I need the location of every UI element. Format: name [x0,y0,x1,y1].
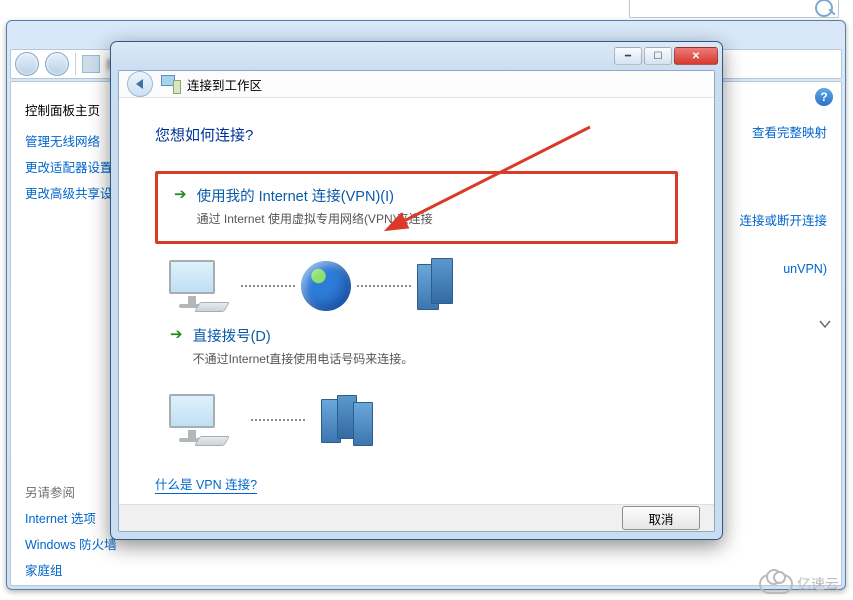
option-dialup-subtitle: 不通过Internet直接使用电话号码来连接。 [193,350,414,367]
computer-icon [167,392,235,448]
nav-forward-icon[interactable] [45,52,69,76]
server-icon [417,258,457,314]
dialog-title: 连接到工作区 [187,75,262,94]
globe-icon [301,261,351,311]
option-vpn[interactable]: ➔ 使用我的 Internet 连接(VPN)(I) 通过 Internet 使… [155,171,678,244]
watermark-text: 亿速云 [797,574,839,594]
workplace-icon [161,75,179,93]
wizard-back-button[interactable] [127,71,153,97]
help-icon[interactable]: ? [815,88,833,106]
search-input[interactable] [629,0,839,18]
see-also-link[interactable]: 家庭组 [25,560,207,579]
dialog-footer: 取消 [119,504,714,531]
map-link[interactable]: 查看完整映射 [752,122,827,141]
server-icon [321,395,385,445]
connect-link[interactable]: 连接或断开连接 [739,210,827,229]
dialog-question: 您想如何连接? [155,124,678,145]
cloud-icon [759,574,793,594]
what-is-vpn-link[interactable]: 什么是 VPN 连接? [155,478,257,494]
arrow-bullet-icon: ➔ [170,325,183,345]
arrow-bullet-icon: ➔ [174,185,187,205]
vpn-item[interactable]: unVPN) [783,262,827,276]
illustration-dialup [167,392,678,448]
option-vpn-title: 使用我的 Internet 连接(VPN)(I) [197,185,433,206]
option-dialup[interactable]: ➔ 直接拨号(D) 不通过Internet直接使用电话号码来连接。 [155,314,678,378]
dialog-body: 您想如何连接? ➔ 使用我的 Internet 连接(VPN)(I) 通过 In… [119,98,714,504]
illustration-vpn [167,258,678,314]
chevron-down-icon[interactable] [819,312,831,336]
option-dialup-title: 直接拨号(D) [193,325,414,346]
option-vpn-subtitle: 通过 Internet 使用虚拟专用网络(VPN)来连接 [197,210,433,227]
computer-icon [167,258,235,314]
close-button[interactable]: ✕ [674,47,718,65]
minimize-button[interactable]: ━ [614,47,642,65]
watermark: 亿速云 [759,574,839,594]
cancel-button[interactable]: 取消 [622,506,700,530]
dialog-titlebar: ━ ☐ ✕ [111,42,722,70]
maximize-button[interactable]: ☐ [644,47,672,65]
dialog-header: 连接到工作区 [119,71,714,98]
connect-workplace-dialog: ━ ☐ ✕ 连接到工作区 您想如何连接? [110,41,723,540]
help-link-row: 什么是 VPN 连接? [155,474,678,494]
path-icon [82,55,100,73]
nav-back-icon[interactable] [15,52,39,76]
